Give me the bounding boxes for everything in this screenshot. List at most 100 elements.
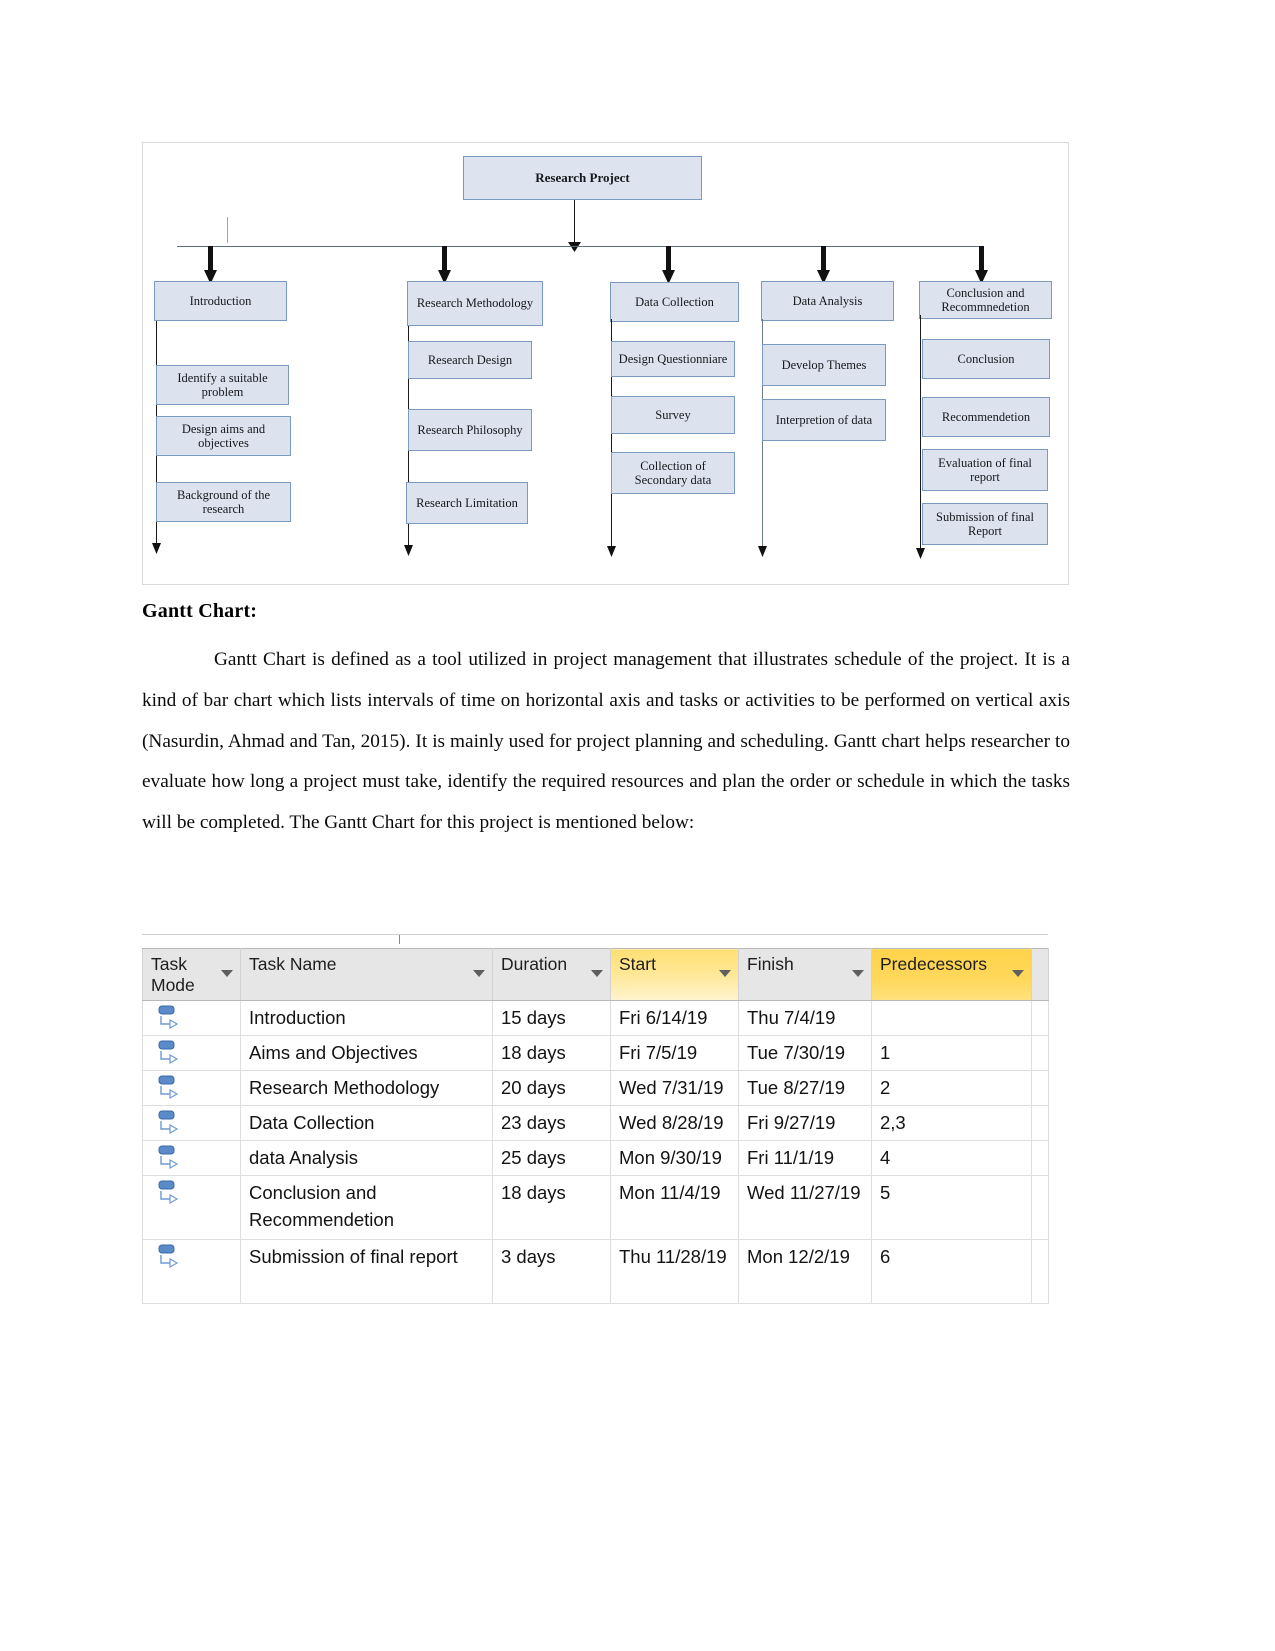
diagram-box-conclusion-recommendation: Conclusion and Recommnedetion [919,281,1052,319]
column-header-predecessors[interactable]: Predecessors [871,948,1032,1001]
cell-duration[interactable]: 18 days [492,1035,611,1071]
column-header-start[interactable]: Start [610,948,739,1001]
cell-finish[interactable]: Wed 11/27/19 [738,1175,872,1240]
cell-duration[interactable]: 3 days [492,1239,611,1304]
filter-chevron-down-icon[interactable] [719,970,731,977]
cell-finish[interactable]: Fri 9/27/19 [738,1105,872,1141]
cell-predecessors[interactable]: 2 [871,1070,1032,1106]
diagram-box-label: Introduction [189,293,252,308]
diagram-box-introduction: Introduction [154,281,287,321]
cell-finish[interactable]: Tue 7/30/19 [738,1035,872,1071]
cell-task-name[interactable]: data Analysis [240,1140,493,1176]
cell-duration[interactable]: 25 days [492,1140,611,1176]
cell-finish[interactable]: Thu 7/4/19 [738,1000,872,1036]
cell-predecessors[interactable] [871,1000,1032,1036]
cell-start[interactable]: Mon 9/30/19 [610,1140,739,1176]
column-header-duration[interactable]: Duration [492,948,611,1001]
body-paragraph: Gantt Chart is defined as a tool utilize… [142,649,1070,834]
table-row[interactable]: Data Collection 23 days Wed 8/28/19 Fri … [142,1105,1049,1141]
connector-branch-5-spine [920,315,922,555]
gantt-timescale-bar [142,934,1048,948]
column-header-finish[interactable]: Finish [738,948,872,1001]
cell-extra[interactable] [1031,1175,1049,1240]
cell-start[interactable]: Fri 6/14/19 [610,1000,739,1036]
cell-task-name[interactable]: Introduction [240,1000,493,1036]
gantt-chart-table: Task Mode Task Name Duration Start Finis… [142,925,1049,1304]
cell-extra[interactable] [1031,1000,1049,1036]
cell-task-mode[interactable] [142,1175,241,1240]
table-row[interactable]: Submission of final report 3 days Thu 11… [142,1239,1049,1304]
cell-task-name[interactable]: Research Methodology [240,1070,493,1106]
cell-start[interactable]: Wed 8/28/19 [610,1105,739,1141]
diagram-box-design-questionnaire: Design Questionniare [611,341,735,377]
column-header-label: Task Name [249,954,337,974]
cell-extra[interactable] [1031,1035,1049,1071]
column-header-extra[interactable] [1031,948,1049,1001]
arrowhead-branch-1-icon [204,246,217,284]
connector-horizontal-bus [177,246,984,247]
cell-task-mode[interactable] [142,1000,241,1036]
cell-start[interactable]: Mon 11/4/19 [610,1175,739,1240]
table-row[interactable]: Aims and Objectives 18 days Fri 7/5/19 T… [142,1035,1049,1071]
cell-extra[interactable] [1031,1140,1049,1176]
table-row[interactable]: Research Methodology 20 days Wed 7/31/19… [142,1070,1049,1106]
diagram-box-label: Background of the research [176,487,271,516]
diagram-box-design-aims: Design aims and objectives [156,416,291,456]
arrowhead-branch-3-end-icon [607,546,616,557]
filter-chevron-down-icon[interactable] [473,970,485,977]
cell-extra[interactable] [1031,1070,1049,1106]
cell-predecessors[interactable]: 5 [871,1175,1032,1240]
diagram-box-survey: Survey [611,396,735,434]
filter-chevron-down-icon[interactable] [591,970,603,977]
cell-task-mode[interactable] [142,1140,241,1176]
filter-chevron-down-icon[interactable] [221,970,233,977]
gantt-timescale-tick [399,935,400,944]
diagram-box-identify-problem: Identify a suitable problem [156,365,289,405]
table-row[interactable]: data Analysis 25 days Mon 9/30/19 Fri 11… [142,1140,1049,1176]
diagram-box-data-analysis: Data Analysis [761,281,894,321]
cell-predecessors[interactable]: 4 [871,1140,1032,1176]
cell-start[interactable]: Wed 7/31/19 [610,1070,739,1106]
diagram-box-label: Survey [655,407,691,422]
cell-task-mode[interactable] [142,1035,241,1071]
table-row[interactable]: Conclusion and Recommendetion 18 days Mo… [142,1175,1049,1240]
diagram-box-label: Conclusion and Recommnedetion [941,285,1030,314]
cell-finish[interactable]: Mon 12/2/19 [738,1239,872,1304]
cell-task-name[interactable]: Submission of final report [240,1239,493,1304]
cell-predecessors[interactable]: 1 [871,1035,1032,1071]
cell-extra[interactable] [1031,1105,1049,1141]
cell-finish[interactable]: Fri 11/1/19 [738,1140,872,1176]
auto-schedule-icon [158,1180,179,1205]
diagram-box-label: Interpretion of data [775,412,873,427]
cell-duration[interactable]: 23 days [492,1105,611,1141]
page-heading: Gantt Chart: [142,600,258,622]
cell-duration[interactable]: 20 days [492,1070,611,1106]
diagram-box-research-design: Research Design [408,341,532,379]
cell-start[interactable]: Thu 11/28/19 [610,1239,739,1304]
column-header-task-mode[interactable]: Task Mode [142,948,241,1001]
column-header-task-name[interactable]: Task Name [240,948,493,1001]
cell-predecessors[interactable]: 6 [871,1239,1032,1304]
cell-duration[interactable]: 15 days [492,1000,611,1036]
cell-task-mode[interactable] [142,1239,241,1304]
diagram-box-label: Data Analysis [792,293,863,308]
cell-duration[interactable]: 18 days [492,1175,611,1240]
cell-extra[interactable] [1031,1239,1049,1304]
cell-start[interactable]: Fri 7/5/19 [610,1035,739,1071]
cell-task-mode[interactable] [142,1070,241,1106]
cell-task-name[interactable]: Data Collection [240,1105,493,1141]
filter-chevron-down-icon[interactable] [852,970,864,977]
cell-task-name[interactable]: Conclusion and Recommendetion [240,1175,493,1240]
cell-finish[interactable]: Tue 8/27/19 [738,1070,872,1106]
diagram-box-label: Research Philosophy [417,422,523,437]
cell-predecessors[interactable]: 2,3 [871,1105,1032,1141]
filter-chevron-down-icon[interactable] [1012,970,1024,977]
auto-schedule-icon [158,1040,179,1065]
table-row[interactable]: Introduction 15 days Fri 6/14/19 Thu 7/4… [142,1000,1049,1036]
research-project-diagram: Research Project Introduction Identify a… [142,142,1069,585]
arrowhead-branch-4-end-icon [758,546,767,557]
diagram-box-data-collection: Data Collection [610,282,739,322]
arrowhead-branch-2-end-icon [404,545,413,556]
cell-task-mode[interactable] [142,1105,241,1141]
cell-task-name[interactable]: Aims and Objectives [240,1035,493,1071]
